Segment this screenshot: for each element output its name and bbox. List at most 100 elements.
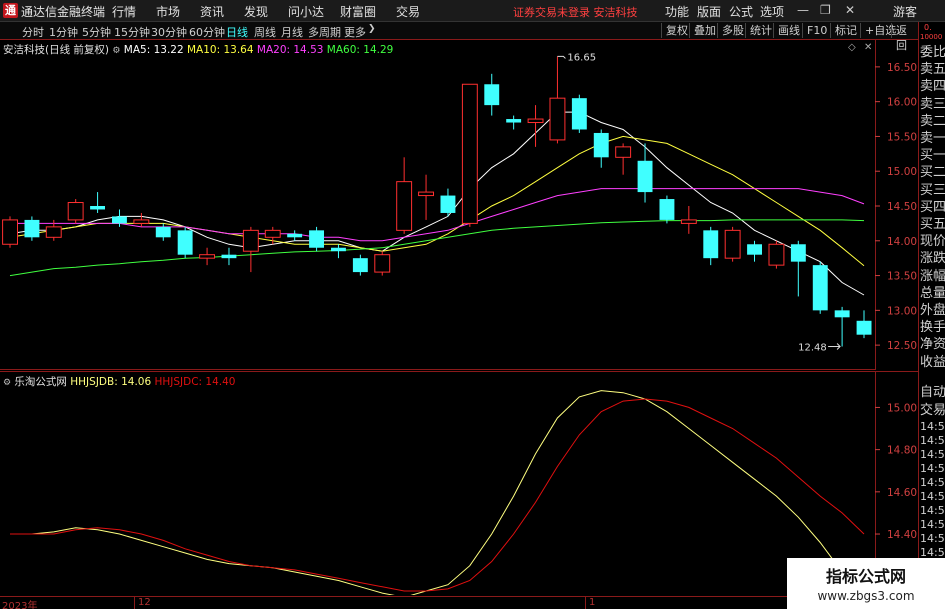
candle-body <box>133 219 150 224</box>
close-icon[interactable]: ✕ <box>845 3 855 17</box>
overlay-button[interactable]: 叠加 <box>689 23 720 38</box>
low-price-label: 12.48 <box>798 343 827 354</box>
menu-formula[interactable]: 公式 <box>729 3 753 20</box>
high-price-label: 16.65 <box>567 52 596 63</box>
candle-body <box>24 219 40 238</box>
period-5min[interactable]: 5分钟 <box>82 24 111 40</box>
candle-body <box>571 98 587 130</box>
ma5-line <box>9 111 865 296</box>
price-tick-label: 14.00 <box>887 236 917 248</box>
panel-label: 收益 <box>920 354 945 370</box>
quote-panel: 0. 10000 委比 卖五 卖四 卖三 卖二 卖一 买一 买二 买三 买四 买五 现价 涨跌 涨幅 总量外… <box>918 22 945 609</box>
period-weekly[interactable]: 周线 <box>254 24 276 40</box>
panel-label: 涨跌 <box>920 251 945 267</box>
period-more[interactable]: 更多 <box>344 24 366 40</box>
panel-label: 卖三 <box>920 96 945 112</box>
candle-body <box>834 310 850 318</box>
panel-label: 换手 <box>920 320 945 336</box>
indicator-tick-label: 14.40 <box>887 529 917 541</box>
panel-label: 现价 <box>920 234 945 250</box>
watermark-url: www.zbgs3.com <box>817 589 915 603</box>
candle-body <box>747 244 762 255</box>
candle-body <box>331 247 346 252</box>
candle-body <box>90 206 105 210</box>
candle-body <box>199 254 216 259</box>
menu-market[interactable]: 市场 <box>156 3 180 20</box>
trade-login-warning[interactable]: 证券交易未登录 安洁科技 <box>513 4 638 20</box>
candle-body <box>112 216 127 224</box>
panel-time: 14:56 <box>920 462 945 475</box>
panel-label: 买二 <box>920 165 945 181</box>
menu-news[interactable]: 资讯 <box>200 3 224 20</box>
period-multi[interactable]: 多周期 <box>308 24 341 40</box>
candle-body <box>484 84 500 106</box>
period-60min[interactable]: 60分钟 <box>189 24 225 40</box>
menu-ask-assistant[interactable]: 问小达 <box>288 3 324 20</box>
date-tick <box>134 597 135 609</box>
menu-bar: 通 通达信金融终端 行情 市场 资讯 发现 问小达 财富圈 交易 证券交易未登录… <box>0 0 945 22</box>
period-monthly[interactable]: 月线 <box>281 24 303 40</box>
statistics-button[interactable]: 统计 <box>745 23 776 38</box>
chevron-right-icon[interactable]: ❯ <box>368 24 376 34</box>
period-1min[interactable]: 1分钟 <box>49 24 78 40</box>
panel-time: 14:56 <box>920 476 945 489</box>
mark-button[interactable]: 标记 <box>830 23 861 38</box>
price-tick-label: 16.50 <box>887 62 917 74</box>
menu-wealth-circle[interactable]: 财富圈 <box>340 3 376 20</box>
candle-body <box>768 243 785 266</box>
panel-label: 卖二 <box>920 113 945 129</box>
panel-time: 14:56 <box>920 490 945 503</box>
draw-line-button[interactable]: 画线 <box>773 23 804 38</box>
menu-discover[interactable]: 发现 <box>244 3 268 20</box>
period-30min[interactable]: 30分钟 <box>151 24 187 40</box>
date-label-month-12: 12 <box>138 597 151 608</box>
price-tick-label: 15.00 <box>887 166 917 178</box>
panel-label[interactable]: 交易 <box>920 402 945 419</box>
hhjsjdc-line <box>10 398 865 592</box>
menu-trade[interactable]: 交易 <box>396 3 420 20</box>
maximize-icon[interactable]: ❐ <box>820 3 831 17</box>
panel-label: 买四 <box>920 199 945 215</box>
period-15min[interactable]: 15分钟 <box>114 24 150 40</box>
period-daily[interactable]: 日线 <box>226 24 248 40</box>
multi-stock-button[interactable]: 多股 <box>717 23 748 38</box>
candle-body <box>549 97 566 141</box>
panel-label: 买三 <box>920 182 945 198</box>
panel-label: 委比 <box>920 45 945 60</box>
panel-label: 外盘 <box>920 303 945 318</box>
candle-body <box>812 265 828 311</box>
back-button[interactable]: 返回 <box>891 23 918 52</box>
period-intraday[interactable]: 分时 <box>22 24 44 40</box>
candle-body <box>221 254 237 259</box>
candle-body <box>527 118 544 124</box>
menu-market-quotes[interactable]: 行情 <box>112 3 136 20</box>
menu-options[interactable]: 选项 <box>760 3 784 20</box>
indicator-tick-label: 15.00 <box>887 402 917 414</box>
candle-body <box>374 254 391 273</box>
panel-label: 买五 <box>920 217 945 232</box>
candle-body <box>461 83 478 224</box>
candle-body <box>593 132 609 158</box>
guest-user[interactable]: 游客 <box>893 3 917 20</box>
restore-rights-button[interactable]: 复权 <box>661 23 692 38</box>
menu-layout[interactable]: 版面 <box>697 3 721 20</box>
candle-body <box>242 229 259 252</box>
candle-body <box>352 258 368 273</box>
app-title: 通达信金融终端 <box>21 5 106 19</box>
minimize-icon[interactable]: — <box>797 3 809 17</box>
indicator-tick-label: 14.60 <box>887 487 917 499</box>
menu-function[interactable]: 功能 <box>665 3 689 20</box>
app-logo-icon: 通 <box>3 3 18 18</box>
indicator-chart[interactable] <box>0 372 875 595</box>
candle-body <box>2 219 18 245</box>
panel-label: 卖四 <box>920 79 945 95</box>
panel-label[interactable]: 自动 <box>920 384 945 401</box>
f10-button[interactable]: F10 <box>802 23 831 38</box>
candle-body <box>615 146 632 158</box>
candle-body <box>418 191 435 197</box>
date-tick <box>585 597 586 609</box>
price-tick-label: 13.00 <box>887 305 917 317</box>
candlestick-chart[interactable]: 16.65 12.48 <box>0 40 875 370</box>
panel-label: 涨幅 <box>920 268 945 284</box>
panel-time: 14:56 <box>920 420 945 433</box>
